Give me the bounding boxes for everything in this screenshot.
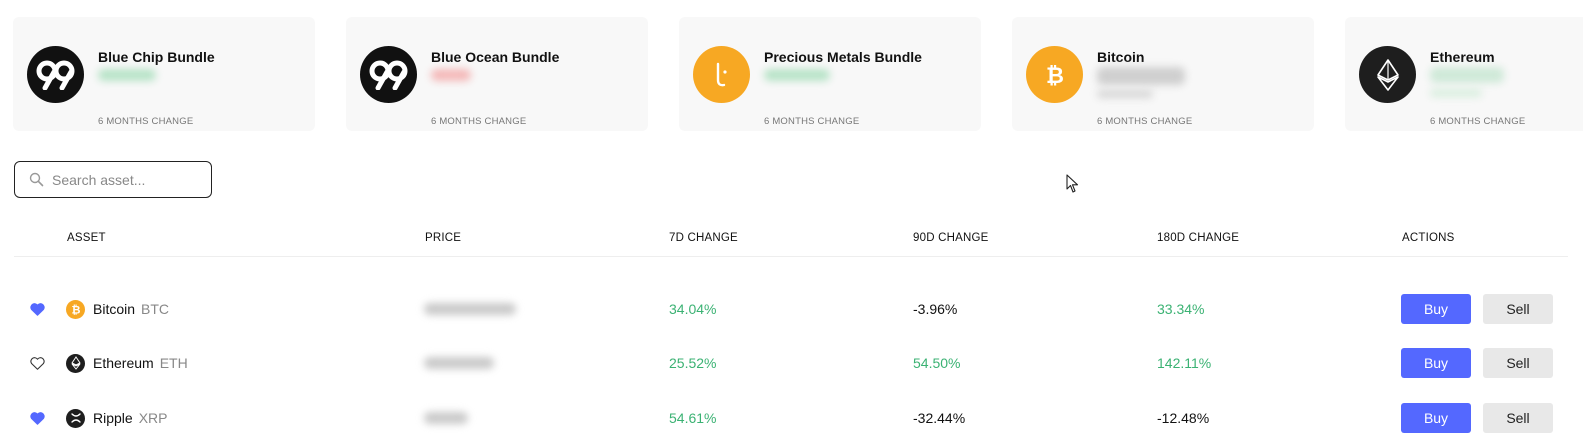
- card-change-label: 6 MONTHS CHANGE: [1430, 116, 1526, 127]
- ripple-icon: [66, 408, 85, 428]
- price-cell: [424, 294, 516, 324]
- price-value: [424, 412, 468, 424]
- table-row: ₿ Bitcoin BTC 34.04% -3.96% 33.34% Buy S…: [0, 294, 1583, 334]
- change-7d: 25.52%: [669, 355, 717, 371]
- search-icon: [28, 172, 44, 188]
- header-divider: [14, 256, 1568, 257]
- ethereum-icon: [66, 353, 85, 373]
- card-change-value: [98, 69, 156, 81]
- asset-cell[interactable]: Ripple XRP: [66, 403, 168, 433]
- card-title: Ethereum: [1430, 49, 1495, 65]
- sell-button[interactable]: Sell: [1483, 348, 1553, 378]
- svg-text:₿: ₿: [1046, 64, 1064, 89]
- change-7d: 34.04%: [669, 301, 717, 317]
- change-90d: -3.96%: [913, 301, 958, 317]
- asset-cards: Blue Chip Bundle 6 MONTHS CHANGE Blue Oc…: [13, 17, 1583, 131]
- card-title: Bitcoin: [1097, 49, 1145, 65]
- change-180d: 33.34%: [1157, 301, 1205, 317]
- card-change-value: [764, 69, 830, 81]
- card-title: Blue Ocean Bundle: [431, 49, 560, 65]
- buy-button[interactable]: Buy: [1401, 403, 1471, 433]
- search-box[interactable]: [14, 161, 212, 198]
- asset-symbol: BTC: [141, 301, 170, 317]
- header-asset[interactable]: ASSET: [67, 232, 106, 244]
- ninety-nine-logo-icon: [27, 46, 84, 103]
- bitcoin-logo-icon: ₿: [1026, 46, 1083, 103]
- card-change-sub: [1430, 89, 1482, 97]
- asset-cell[interactable]: ₿ Bitcoin BTC: [66, 294, 169, 324]
- card-change-sub: [1097, 90, 1153, 98]
- card-title: Blue Chip Bundle: [98, 49, 215, 65]
- ethereum-logo-icon: [1359, 46, 1416, 103]
- favorite-heart-outline-icon[interactable]: [28, 348, 46, 378]
- table-row: Ripple XRP 54.61% -32.44% -12.48% Buy Se…: [0, 403, 1583, 443]
- buy-button[interactable]: Buy: [1401, 294, 1471, 324]
- card-change-value: [431, 69, 471, 81]
- card-blue-chip-bundle[interactable]: Blue Chip Bundle 6 MONTHS CHANGE: [13, 17, 315, 131]
- change-180d: -12.48%: [1157, 410, 1210, 426]
- header-90d-change[interactable]: 90D CHANGE: [913, 232, 989, 244]
- header-actions: ACTIONS: [1402, 232, 1455, 244]
- card-change-label: 6 MONTHS CHANGE: [764, 116, 860, 127]
- price-cell: [424, 403, 468, 433]
- price-cell: [424, 348, 494, 378]
- card-precious-metals-bundle[interactable]: Precious Metals Bundle 6 MONTHS CHANGE: [679, 17, 981, 131]
- card-change-label: 6 MONTHS CHANGE: [98, 116, 194, 127]
- price-value: [424, 303, 516, 315]
- asset-name: Ethereum: [93, 355, 154, 371]
- precious-metals-logo-icon: [693, 46, 750, 103]
- card-change-value: [1097, 67, 1185, 85]
- asset-cell[interactable]: Ethereum ETH: [66, 348, 188, 378]
- change-90d: -32.44%: [913, 410, 966, 426]
- svg-text:₿: ₿: [71, 304, 80, 317]
- asset-name: Ripple: [93, 410, 133, 426]
- change-7d: 54.61%: [669, 410, 717, 426]
- header-180d-change[interactable]: 180D CHANGE: [1157, 232, 1239, 244]
- favorite-heart-icon[interactable]: [28, 403, 46, 433]
- card-bitcoin[interactable]: ₿ Bitcoin 6 MONTHS CHANGE: [1012, 17, 1314, 131]
- header-price[interactable]: PRICE: [425, 232, 461, 244]
- card-change-label: 6 MONTHS CHANGE: [431, 116, 527, 127]
- asset-symbol: XRP: [138, 410, 168, 426]
- table-row: Ethereum ETH 25.52% 54.50% 142.11% Buy S…: [0, 348, 1583, 388]
- mouse-cursor-icon: [1066, 174, 1080, 199]
- asset-symbol: ETH: [159, 355, 188, 371]
- asset-name: Bitcoin: [93, 301, 136, 317]
- card-change-label: 6 MONTHS CHANGE: [1097, 116, 1193, 127]
- change-180d: 142.11%: [1157, 355, 1212, 371]
- header-7d-change[interactable]: 7D CHANGE: [669, 232, 738, 244]
- sell-button[interactable]: Sell: [1483, 294, 1553, 324]
- price-value: [424, 357, 494, 369]
- bitcoin-icon: ₿: [66, 299, 85, 319]
- search-input[interactable]: [52, 171, 202, 188]
- card-ethereum[interactable]: Ethereum 6 MONTHS CHANGE: [1345, 17, 1583, 131]
- table-header: ASSET PRICE 7D CHANGE 90D CHANGE 180D CH…: [0, 232, 1583, 248]
- sell-button[interactable]: Sell: [1483, 403, 1553, 433]
- card-blue-ocean-bundle[interactable]: Blue Ocean Bundle 6 MONTHS CHANGE: [346, 17, 648, 131]
- card-title: Precious Metals Bundle: [764, 49, 922, 65]
- favorite-heart-icon[interactable]: [28, 294, 46, 324]
- buy-button[interactable]: Buy: [1401, 348, 1471, 378]
- change-90d: 54.50%: [913, 355, 961, 371]
- ninety-nine-logo-icon: [360, 46, 417, 103]
- card-change-value: [1430, 67, 1504, 83]
